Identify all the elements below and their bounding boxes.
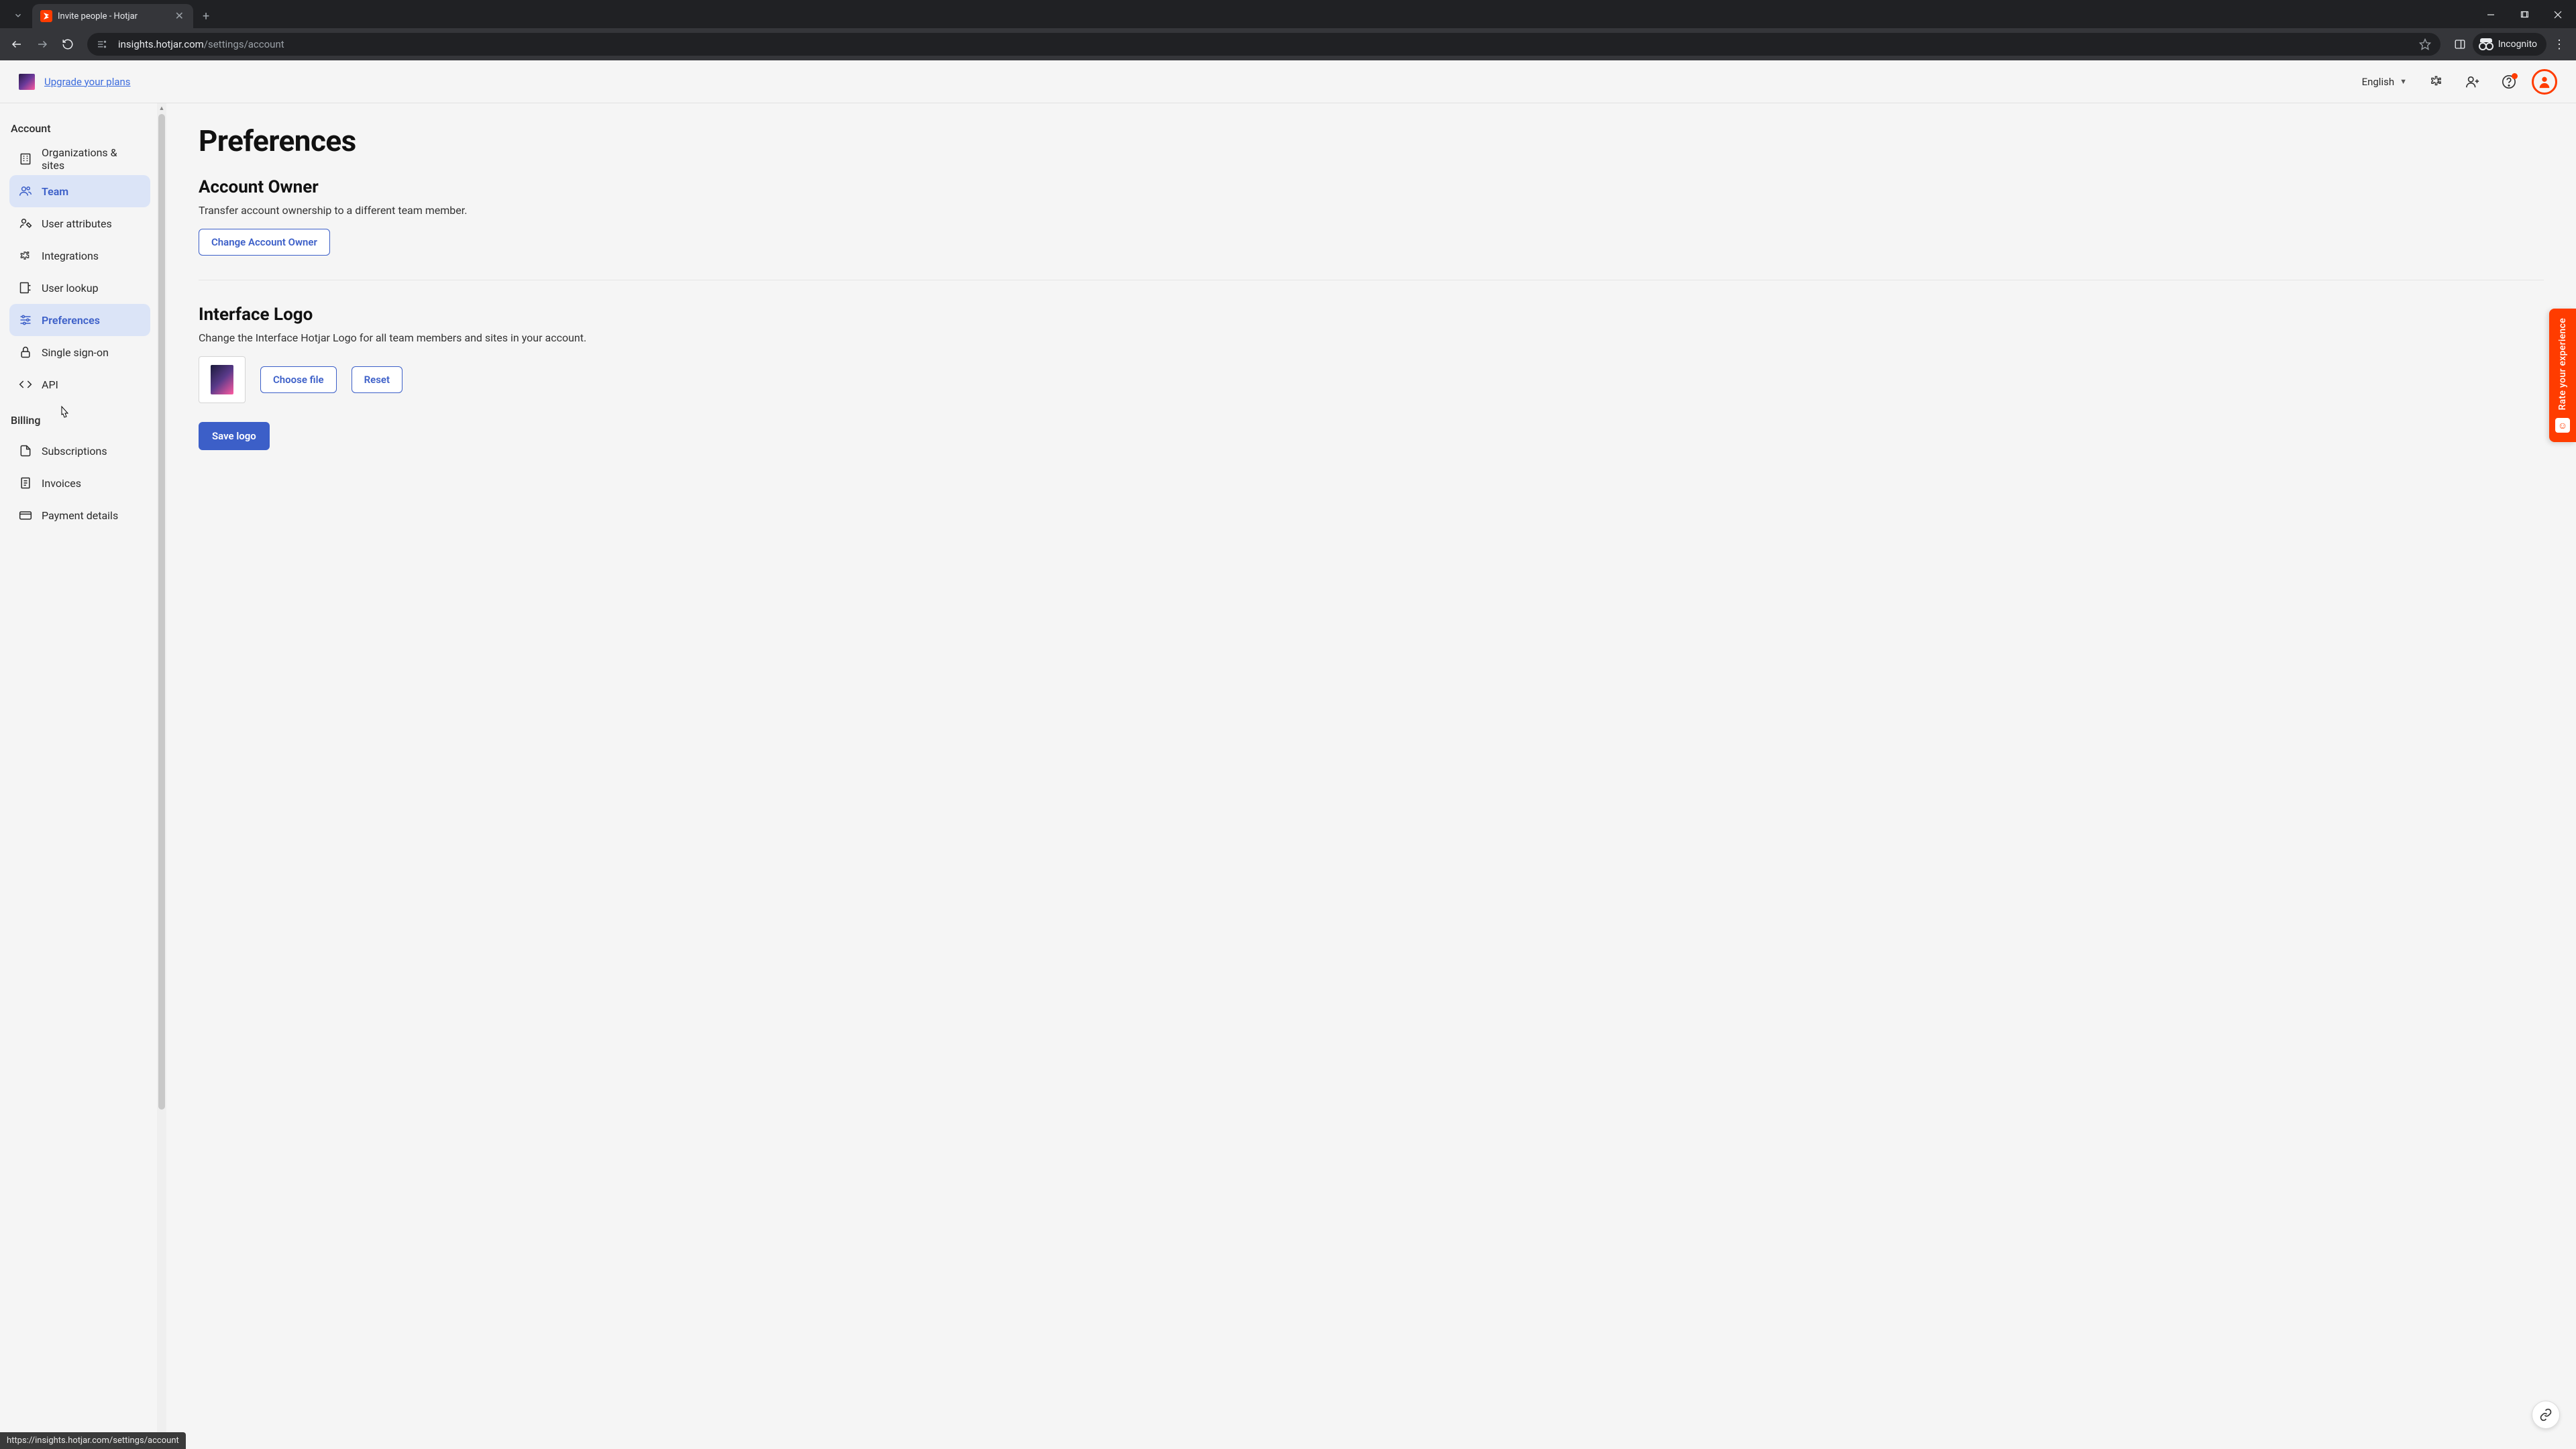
sidebar-item-user-lookup[interactable]: User lookup bbox=[9, 272, 150, 304]
nav-back-button[interactable] bbox=[5, 33, 28, 56]
file-icon bbox=[19, 444, 32, 458]
sidebar-item-label: Organizations & sites bbox=[42, 146, 141, 172]
invoice-icon bbox=[19, 476, 32, 490]
window-minimize[interactable] bbox=[2475, 4, 2506, 25]
tab-close-icon[interactable]: ✕ bbox=[172, 9, 186, 23]
user-avatar[interactable] bbox=[2532, 69, 2557, 95]
sidebar-item-label: User attributes bbox=[42, 217, 112, 230]
language-label: English bbox=[2362, 76, 2395, 88]
main-content: Preferences Account Owner Transfer accou… bbox=[166, 103, 2576, 1449]
sidebar-item-organizations[interactable]: Organizations & sites bbox=[9, 143, 150, 175]
section-logo-desc: Change the Interface Hotjar Logo for all… bbox=[199, 331, 2544, 344]
status-bar: https://insights.hotjar.com/settings/acc… bbox=[0, 1432, 186, 1449]
app-topnav: Upgrade your plans English ▼ bbox=[0, 60, 2576, 103]
section-logo-heading: Interface Logo bbox=[199, 305, 2544, 325]
language-selector[interactable]: English ▼ bbox=[2355, 72, 2414, 92]
bookmark-star-icon[interactable] bbox=[2415, 38, 2435, 50]
invite-user-icon[interactable] bbox=[2459, 68, 2486, 95]
incognito-icon bbox=[2479, 40, 2493, 49]
side-panel-icon[interactable] bbox=[2449, 33, 2471, 56]
window-maximize[interactable] bbox=[2509, 4, 2540, 25]
sidebar-item-label: Integrations bbox=[42, 250, 99, 262]
page-title: Preferences bbox=[199, 123, 2544, 158]
sidebar-item-label: Invoices bbox=[42, 477, 81, 490]
scroll-up-arrow[interactable]: ▲ bbox=[157, 103, 166, 113]
sidebar-item-label: Subscriptions bbox=[42, 445, 107, 458]
tab-search-dropdown[interactable] bbox=[7, 4, 30, 27]
sidebar-item-api[interactable]: API bbox=[9, 368, 150, 400]
window-controls bbox=[2475, 4, 2573, 25]
url-bar[interactable]: insights.hotjar.com/settings/account bbox=[87, 33, 2440, 56]
sidebar-item-label: API bbox=[42, 378, 58, 391]
new-tab-button[interactable]: + bbox=[197, 5, 215, 28]
sidebar-item-label: User lookup bbox=[42, 282, 99, 294]
copy-link-fab[interactable] bbox=[2532, 1401, 2560, 1429]
sidebar: Account Organizations & sites Team User … bbox=[0, 103, 166, 1449]
nav-forward-button[interactable] bbox=[31, 33, 54, 56]
tab-title: Invite people - Hotjar bbox=[58, 11, 167, 21]
browser-tabbar: Invite people - Hotjar ✕ + bbox=[0, 0, 2576, 28]
url-text: insights.hotjar.com/settings/account bbox=[118, 38, 2408, 50]
code-icon bbox=[19, 378, 32, 391]
change-account-owner-button[interactable]: Change Account Owner bbox=[199, 229, 330, 256]
upgrade-link[interactable]: Upgrade your plans bbox=[44, 76, 131, 88]
hotjar-favicon bbox=[40, 10, 52, 22]
notification-dot bbox=[2512, 73, 2518, 79]
app-logo[interactable] bbox=[19, 74, 35, 90]
sidebar-group-billing: Billing bbox=[9, 410, 150, 435]
section-owner-desc: Transfer account ownership to a differen… bbox=[199, 204, 2544, 217]
sidebar-item-label: Team bbox=[42, 185, 68, 198]
window-close[interactable] bbox=[2542, 4, 2573, 25]
sidebar-item-user-attributes[interactable]: User attributes bbox=[9, 207, 150, 239]
sidebar-item-sso[interactable]: Single sign-on bbox=[9, 336, 150, 368]
lookup-icon bbox=[19, 281, 32, 294]
section-owner-heading: Account Owner bbox=[199, 177, 2544, 197]
integrations-icon[interactable] bbox=[2423, 68, 2450, 95]
puzzle-icon bbox=[19, 249, 32, 262]
user-tag-icon bbox=[19, 217, 32, 230]
feedback-face-icon: ☺ bbox=[2555, 418, 2570, 433]
reset-button[interactable]: Reset bbox=[352, 366, 402, 393]
logo-preview bbox=[199, 356, 246, 403]
chevron-down-icon: ▼ bbox=[2400, 77, 2407, 86]
browser-toolbar: insights.hotjar.com/settings/account Inc… bbox=[0, 28, 2576, 60]
choose-file-button[interactable]: Choose file bbox=[260, 366, 337, 393]
help-icon[interactable] bbox=[2496, 68, 2522, 95]
site-info-icon[interactable] bbox=[93, 36, 111, 52]
lock-icon bbox=[19, 345, 32, 359]
sidebar-item-label: Single sign-on bbox=[42, 346, 109, 359]
page-root: Upgrade your plans English ▼ Account bbox=[0, 60, 2576, 1449]
sidebar-scrollbar[interactable]: ▲ bbox=[157, 103, 166, 1449]
sidebar-group-account: Account bbox=[9, 118, 150, 143]
building-icon bbox=[19, 152, 32, 166]
users-icon bbox=[19, 184, 32, 198]
nav-reload-button[interactable] bbox=[56, 33, 79, 56]
save-logo-button[interactable]: Save logo bbox=[199, 422, 270, 450]
card-icon bbox=[19, 508, 32, 522]
sidebar-item-preferences[interactable]: Preferences bbox=[9, 304, 150, 336]
sidebar-item-label: Payment details bbox=[42, 509, 118, 522]
sidebar-item-invoices[interactable]: Invoices bbox=[9, 467, 150, 499]
sidebar-item-subscriptions[interactable]: Subscriptions bbox=[9, 435, 150, 467]
sidebar-item-payment-details[interactable]: Payment details bbox=[9, 499, 150, 531]
incognito-indicator[interactable]: Incognito bbox=[2473, 33, 2546, 56]
browser-tab-active[interactable]: Invite people - Hotjar ✕ bbox=[32, 4, 193, 28]
sidebar-item-integrations[interactable]: Integrations bbox=[9, 239, 150, 272]
feedback-label: Rate your experience bbox=[2557, 318, 2568, 410]
scroll-thumb[interactable] bbox=[158, 114, 165, 1110]
browser-menu-button[interactable]: ⋮ bbox=[2548, 38, 2571, 52]
sliders-icon bbox=[19, 313, 32, 327]
incognito-label: Incognito bbox=[2498, 39, 2537, 50]
sidebar-item-team[interactable]: Team bbox=[9, 175, 150, 207]
feedback-tab[interactable]: Rate your experience ☺ bbox=[2549, 309, 2576, 442]
sidebar-item-label: Preferences bbox=[42, 314, 100, 327]
